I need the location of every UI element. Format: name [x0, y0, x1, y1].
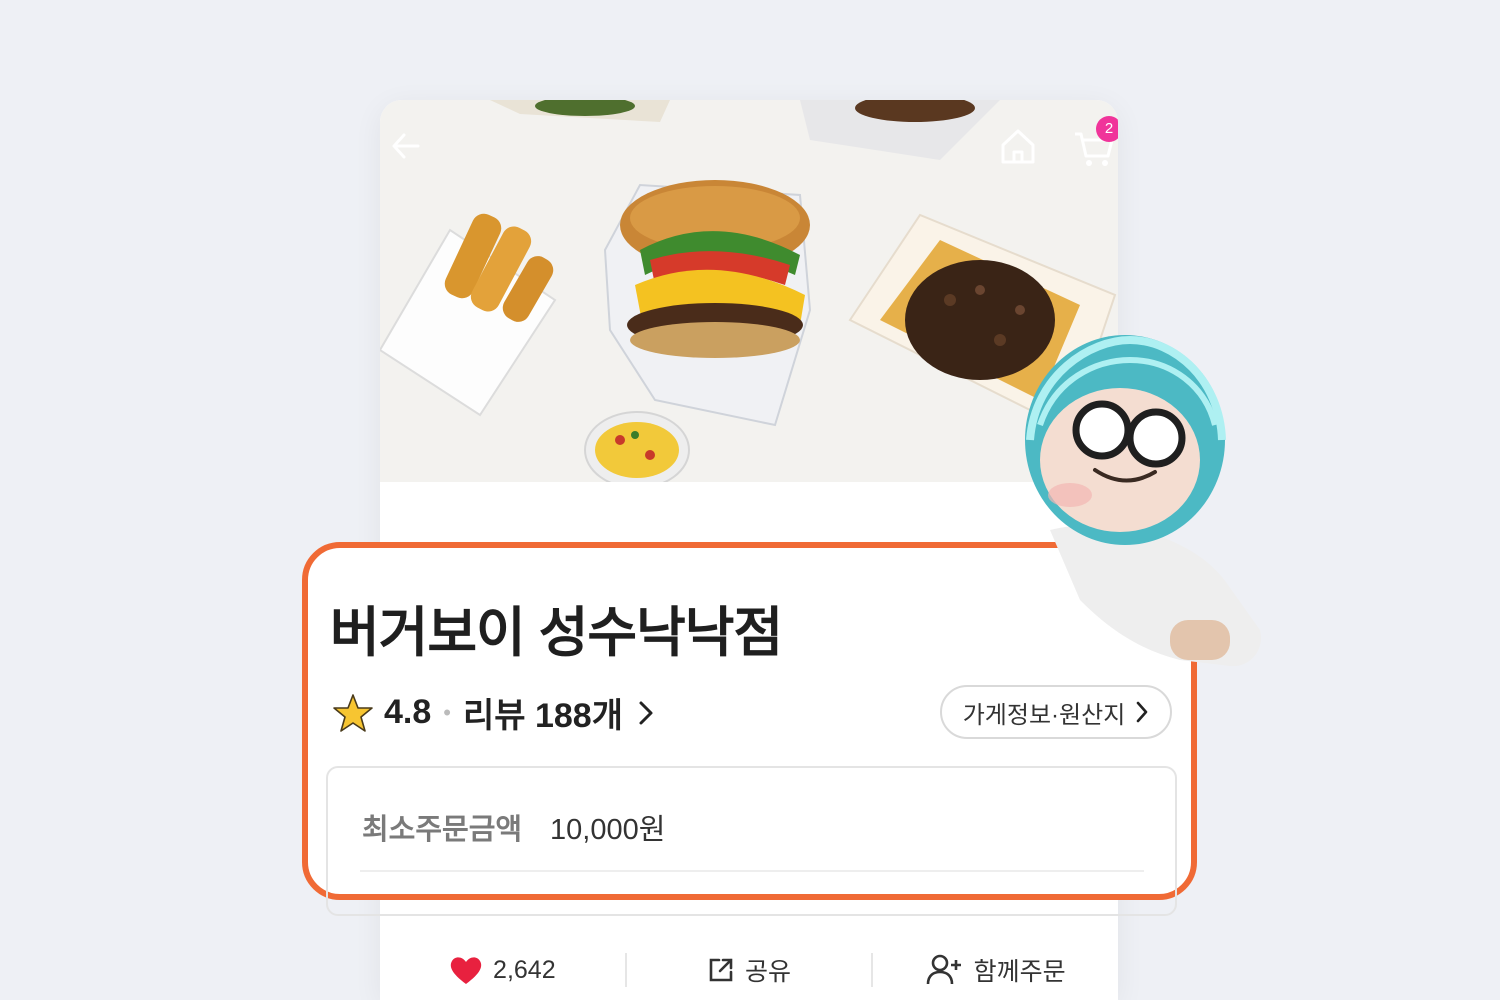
- reviews-link[interactable]: 리뷰 188개: [463, 688, 623, 737]
- like-button[interactable]: 2,642: [380, 955, 625, 985]
- min-order-box: 최소주문금액 10,000원: [326, 766, 1177, 916]
- min-order-label: 최소주문금액: [362, 814, 523, 846]
- share-icon: [709, 958, 733, 982]
- chevron-right-icon[interactable]: [637, 699, 655, 727]
- back-arrow-icon[interactable]: [388, 128, 424, 169]
- store-name: 버거보이 성수낙낙점: [330, 603, 783, 663]
- share-button[interactable]: 공유: [627, 952, 872, 988]
- store-info-label: 가게정보·원산지: [962, 701, 1126, 729]
- action-bar: 2,642 공유 함께주문: [380, 935, 1118, 1000]
- divider: [360, 870, 1144, 872]
- home-icon[interactable]: [998, 126, 1038, 171]
- min-order-value: 10,000원: [550, 814, 666, 846]
- rating-row: 4.8 • 리뷰 188개: [332, 688, 655, 737]
- group-order-button[interactable]: 함께주문: [873, 952, 1118, 988]
- mascot-character-image: [960, 330, 1280, 675]
- like-count: 2,642: [493, 955, 556, 984]
- share-label: 공유: [745, 958, 792, 986]
- chevron-right-icon: [1136, 701, 1148, 723]
- store-info-button[interactable]: 가게정보·원산지: [940, 685, 1172, 739]
- cart-count-badge: 2: [1096, 116, 1118, 142]
- separator-dot: •: [443, 699, 451, 725]
- star-icon: [333, 693, 373, 732]
- group-order-label: 함께주문: [973, 958, 1066, 986]
- rating-value: 4.8: [384, 693, 432, 731]
- add-person-icon: [926, 954, 961, 985]
- heart-icon: [450, 957, 482, 984]
